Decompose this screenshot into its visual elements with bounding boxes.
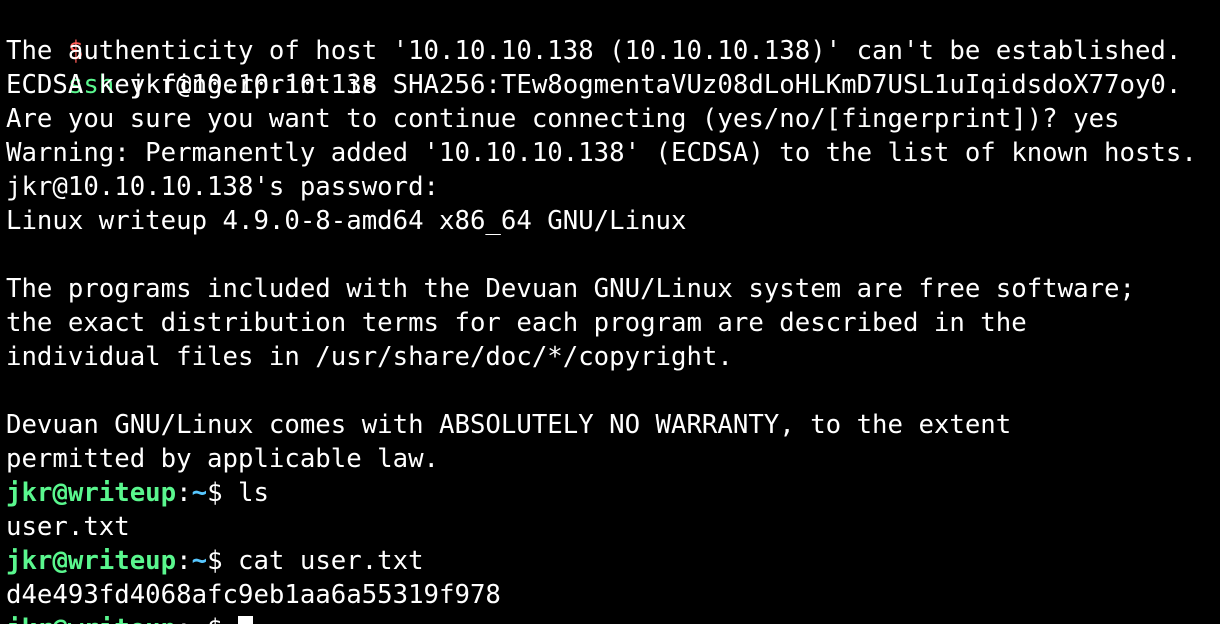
prompt-path: ~ xyxy=(192,614,207,624)
output-line: The programs included with the Devuan GN… xyxy=(6,274,1135,304)
remote-prompt-line: jkr@writeup:~$ cat user.txt xyxy=(6,544,424,578)
command-text: cat user.txt xyxy=(222,546,424,576)
remote-prompt-line: jkr@writeup:~$ ls xyxy=(6,476,269,510)
output-line: Linux writeup 4.9.0-8-amd64 x86_64 GNU/L… xyxy=(6,206,687,236)
prompt-separator: : xyxy=(176,478,192,508)
prompt-path: ~ xyxy=(191,478,208,508)
output-line: Warning: Permanently added '10.10.10.138… xyxy=(6,138,1197,168)
output-line: individual files in /usr/share/doc/*/cop… xyxy=(6,342,733,372)
prompt-path: ~ xyxy=(191,546,208,576)
output-line: The authenticity of host '10.10.10.138 (… xyxy=(6,36,1182,66)
prompt-separator: : xyxy=(176,546,192,576)
prompt-symbol: $ xyxy=(207,546,223,576)
local-prompt-line: $ ssh jkr@10.10.10.138 xyxy=(6,0,377,100)
output-line: the exact distribution terms for each pr… xyxy=(6,308,1027,338)
output-line: user.txt xyxy=(6,512,130,542)
output-line: Devuan GNU/Linux comes with ABSOLUTELY N… xyxy=(6,410,1012,440)
prompt-symbol: $ xyxy=(207,614,222,624)
output-line: permitted by applicable law. xyxy=(6,444,440,474)
output-line: ECDSA key fingerprint is SHA256:TEw8ogme… xyxy=(6,70,1182,100)
remote-prompt-line[interactable]: jkr@writeup:~$ xyxy=(6,612,253,624)
prompt-symbol: $ xyxy=(207,478,223,508)
output-line: jkr@10.10.10.138's password: xyxy=(6,172,440,202)
prompt-user-host: jkr@writeup xyxy=(6,614,176,624)
prompt-user-host: jkr@writeup xyxy=(6,478,177,508)
command-text xyxy=(223,614,238,624)
output-line: d4e493fd4068afc9eb1aa6a55319f978 xyxy=(6,580,501,610)
command-text: ls xyxy=(222,478,269,508)
output-line: Are you sure you want to continue connec… xyxy=(6,104,1120,134)
prompt-separator: : xyxy=(176,614,191,624)
text-cursor[interactable] xyxy=(238,616,253,624)
prompt-user-host: jkr@writeup xyxy=(6,546,177,576)
terminal-window[interactable]: $ ssh jkr@10.10.10.138 The authenticity … xyxy=(0,0,1220,624)
